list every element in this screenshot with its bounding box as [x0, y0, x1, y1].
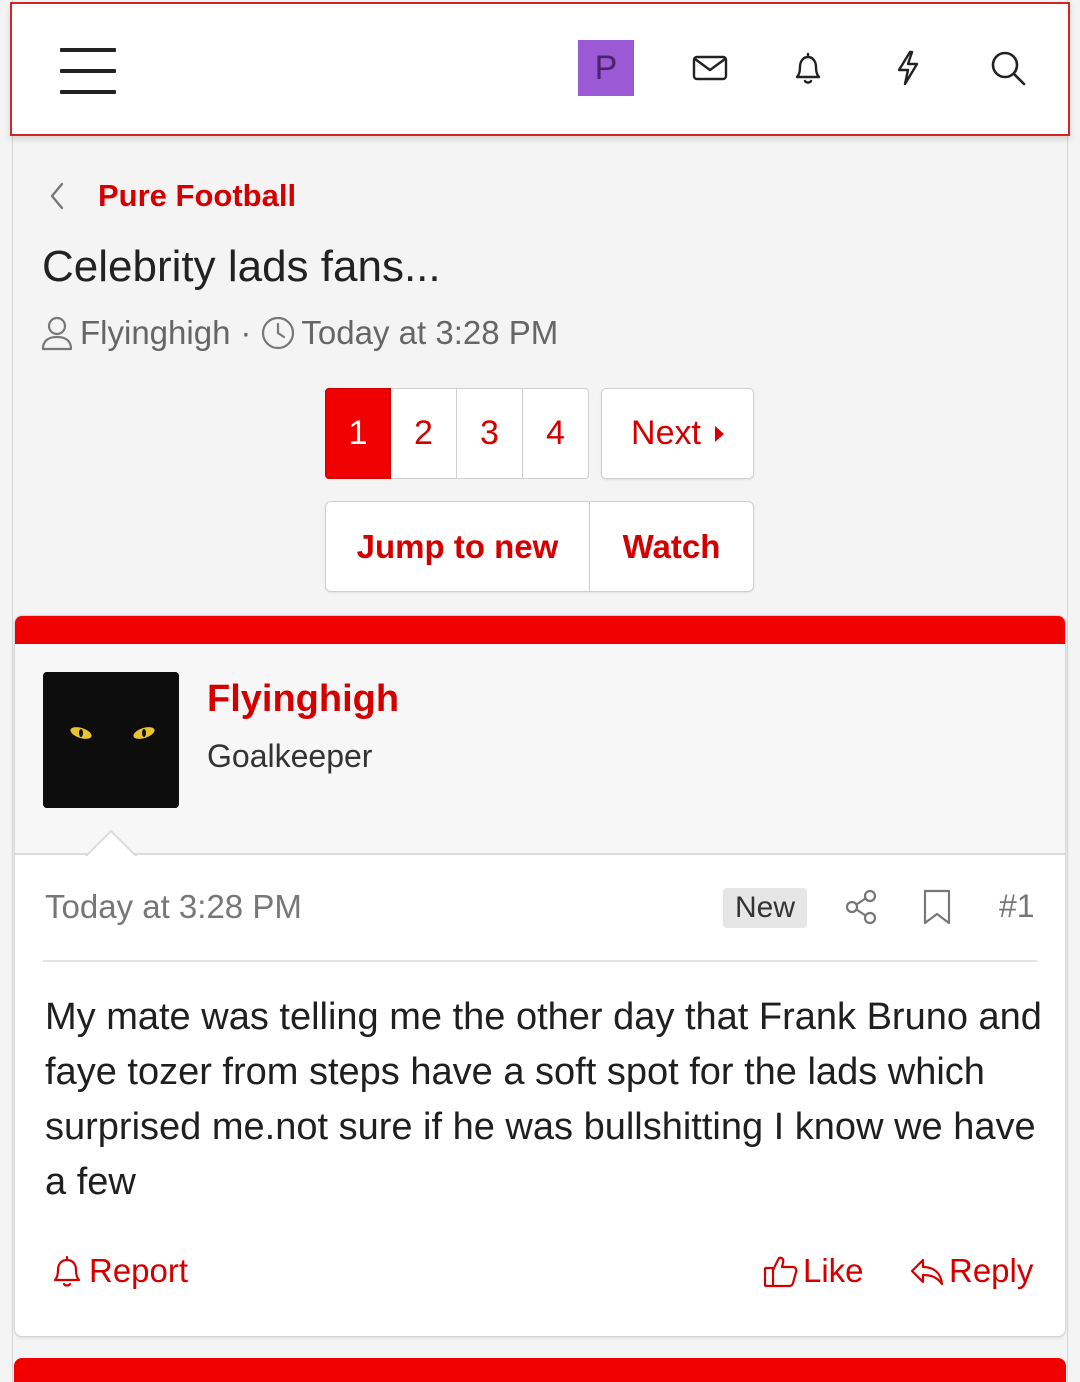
reply-label: Reply [949, 1252, 1034, 1289]
page-3-button[interactable]: 3 [457, 388, 523, 479]
thumbs-up-icon [763, 1256, 798, 1288]
post-divider [43, 960, 1037, 962]
search-icon[interactable] [988, 48, 1028, 88]
thread-title: Celebrity lads fans... [42, 242, 441, 291]
post-body: My mate was telling me the other day tha… [45, 996, 1042, 1203]
next-label: Next [631, 414, 701, 452]
breadcrumb: Pure Football [44, 178, 296, 214]
thread-time[interactable]: Today at 3:28 PM [301, 314, 558, 352]
envelope-icon[interactable] [690, 48, 730, 88]
caret-right-icon [714, 425, 724, 442]
clock-icon [262, 316, 295, 350]
reply-button[interactable]: Reply [909, 1252, 1033, 1290]
watch-button[interactable]: Watch [590, 502, 753, 591]
post-user-area: Flyinghigh Goalkeeper [15, 644, 1065, 858]
top-navigation-bar: P [10, 2, 1070, 136]
like-button[interactable]: Like [763, 1252, 864, 1290]
pagination: 1 2 3 4 [325, 388, 589, 479]
thread-meta: Flyinghigh · Today at 3:28 PM [40, 314, 558, 352]
bell-icon[interactable] [788, 48, 828, 88]
black-cat-eyes-image [43, 672, 179, 808]
next-post-header-band [14, 1358, 1066, 1382]
account-avatar[interactable]: P [578, 40, 634, 96]
user-icon [41, 316, 73, 351]
thread-actions: Jump to new Watch [325, 501, 754, 592]
bell-icon [53, 1255, 81, 1287]
meta-separator: · [240, 314, 252, 351]
post-date[interactable]: Today at 3:28 PM [45, 888, 302, 926]
lightning-icon[interactable] [888, 48, 928, 88]
share-icon[interactable] [843, 888, 879, 926]
report-label: Report [89, 1252, 189, 1289]
account-letter: P [594, 48, 618, 87]
thread-author[interactable]: Flyinghigh [80, 314, 230, 352]
jump-to-new-button[interactable]: Jump to new [326, 502, 590, 591]
post-username[interactable]: Flyinghigh [207, 678, 399, 721]
new-badge: New [723, 888, 807, 928]
page-2-button[interactable]: 2 [391, 388, 457, 479]
next-page-button[interactable]: Next [601, 388, 754, 479]
chevron-left-icon[interactable] [44, 178, 70, 214]
user-avatar[interactable] [43, 672, 179, 808]
post-user-title: Goalkeeper [207, 738, 373, 774]
bookmark-icon[interactable] [919, 888, 955, 926]
report-button[interactable]: Report [49, 1252, 188, 1290]
reply-icon [910, 1258, 944, 1286]
page-4-button[interactable]: 4 [523, 388, 589, 479]
arrow-pointer [85, 830, 137, 858]
hamburger-icon[interactable] [60, 48, 116, 94]
breadcrumb-link[interactable]: Pure Football [98, 178, 296, 214]
post-header-band [15, 616, 1065, 644]
page-1-button[interactable]: 1 [325, 388, 391, 479]
post-card: Flyinghigh Goalkeeper Today at 3:28 PM N… [14, 615, 1066, 1337]
post-number[interactable]: #1 [999, 888, 1035, 925]
like-label: Like [803, 1252, 864, 1289]
